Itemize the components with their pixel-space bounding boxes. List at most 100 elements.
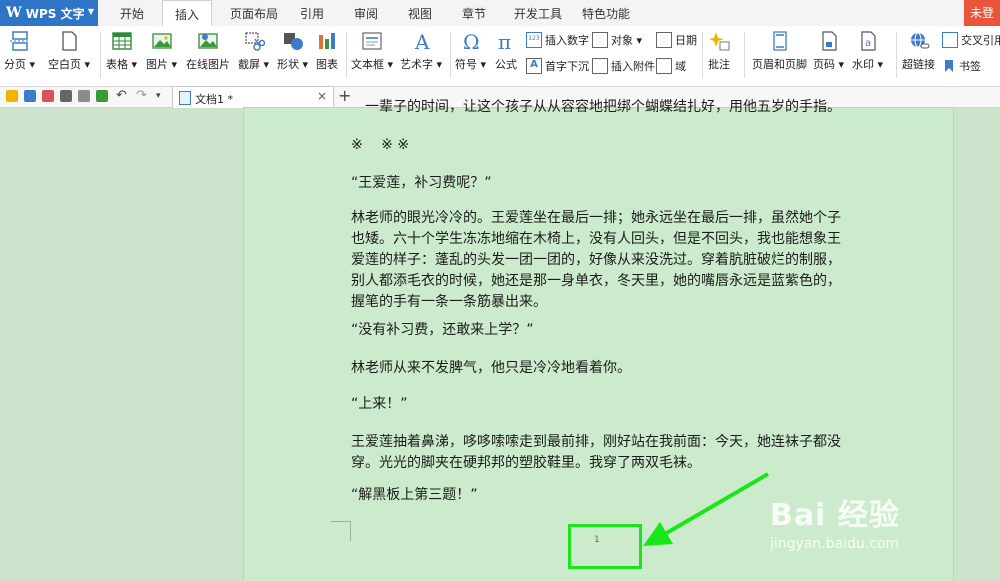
textbox-label: 文本框 xyxy=(351,58,384,71)
print-preview-icon[interactable] xyxy=(78,90,90,102)
object-icon xyxy=(592,32,608,48)
drop-cap-label: 首字下沉 xyxy=(545,60,589,73)
spell-check-icon[interactable] xyxy=(96,90,108,102)
tab-document[interactable]: 文档1 * × xyxy=(172,86,334,108)
new-tab-button[interactable]: + xyxy=(338,86,351,105)
insert-number-label: 插入数字 xyxy=(545,34,589,47)
save-icon[interactable] xyxy=(24,90,36,102)
print-icon[interactable] xyxy=(60,90,72,102)
shape-button[interactable]: 形状 ▾ xyxy=(277,30,308,72)
comment-button[interactable]: 批注 xyxy=(708,30,730,72)
shape-icon xyxy=(282,30,304,52)
insert-attachment-label: 插入附件 xyxy=(611,60,655,73)
ribbon-separator xyxy=(346,32,347,78)
bookmark-label: 书签 xyxy=(959,60,981,73)
blank-page-button[interactable]: 空白页 ▾ xyxy=(48,30,90,72)
tab-sections[interactable]: 章节 xyxy=(452,0,496,26)
chevron-down-icon: ▼ xyxy=(87,7,94,16)
bar-chart-icon xyxy=(316,30,338,52)
ribbon-toolbar: 分页 ▾ 空白页 ▾ 表格 ▾ 图片 ▾ 在线图片 截屏 ▾ 形状 ▾ 图表 文… xyxy=(0,26,1000,87)
tab-page-layout[interactable]: 页面布局 xyxy=(220,0,288,26)
shape-label: 形状 xyxy=(277,58,299,71)
tab-developer[interactable]: 开发工具 xyxy=(508,0,568,26)
table-label: 表格 xyxy=(106,58,128,71)
page-number-label: 页码 xyxy=(813,58,835,71)
picture-button[interactable]: 图片 ▾ xyxy=(146,30,177,72)
object-button[interactable]: 对象 ▾ xyxy=(592,32,642,48)
calendar-icon xyxy=(656,32,672,48)
drop-cap-button[interactable]: A 首字下沉 xyxy=(526,58,589,74)
comment-icon xyxy=(708,30,730,52)
symbol-label: 符号 xyxy=(455,58,477,71)
tab-review[interactable]: 审阅 xyxy=(344,0,388,26)
pi-icon: π xyxy=(495,30,517,52)
paragraph-line: 别人都添毛衣的时候，她还是那一身单衣，冬天里，她的嘴唇永远是蓝紫色的， xyxy=(351,273,841,289)
svg-text:π: π xyxy=(498,30,511,52)
customize-dropdown-icon[interactable]: ▾ xyxy=(156,90,168,102)
menu-bar: W WPS 文字 ▼ 开始 插入 页面布局 引用 审阅 视图 章节 开发工具 特… xyxy=(0,0,1000,27)
document-tab-title: 文档1 * xyxy=(195,93,233,106)
paragraph-line: 林老师从来不发脾气，他只是冷冷地看着你。 xyxy=(351,360,631,376)
page-break-button[interactable]: 分页 ▾ xyxy=(4,30,35,72)
hyperlink-button[interactable]: 超链接 xyxy=(902,30,935,72)
chart-button[interactable]: 图表 xyxy=(316,30,338,72)
ribbon-separator xyxy=(744,32,745,78)
page-number-icon xyxy=(818,30,840,52)
page-break-icon xyxy=(9,30,31,52)
paragraph-line: 爱莲的样子：蓬乱的头发一团一团的，好像从来没洗过。穿着肮脏破烂的制服， xyxy=(351,252,841,268)
tab-insert[interactable]: 插入 xyxy=(162,0,212,27)
watermark-logo-text: Bai 经验 xyxy=(770,498,900,533)
svg-text:A: A xyxy=(414,30,430,52)
bookmark-icon xyxy=(942,59,956,73)
undo-icon[interactable]: ↶ xyxy=(116,89,128,102)
symbol-button[interactable]: Ω 符号 ▾ xyxy=(455,30,486,72)
margin-corner-mark xyxy=(331,521,351,541)
object-label: 对象 xyxy=(611,34,633,47)
header-footer-label: 页眉和页脚 xyxy=(752,58,807,71)
wps-logo-icon: W xyxy=(6,5,22,21)
tab-references[interactable]: 引用 xyxy=(290,0,334,26)
formula-label: 公式 xyxy=(495,58,517,71)
field-label: 域 xyxy=(675,60,686,73)
screenshot-label: 截屏 xyxy=(238,58,260,71)
ribbon-separator xyxy=(896,32,897,78)
cross-reference-button[interactable]: 交叉引用 xyxy=(942,32,1000,48)
table-button[interactable]: 表格 ▾ xyxy=(106,30,137,72)
blank-page-icon xyxy=(58,30,80,52)
svg-text:Ω: Ω xyxy=(463,30,480,52)
formula-button[interactable]: π 公式 xyxy=(495,30,517,72)
tab-features[interactable]: 特色功能 xyxy=(576,0,636,26)
document-icon xyxy=(179,91,191,105)
login-button[interactable]: 未登 xyxy=(964,0,1000,26)
insert-number-button[interactable]: 123 插入数字 xyxy=(526,32,589,48)
watermark-url: jingyan.baidu.com xyxy=(770,536,900,552)
ribbon-separator xyxy=(450,32,451,78)
paragraph-line: 握笔的手有一条一条筋暴出来。 xyxy=(351,294,547,310)
tab-view[interactable]: 视图 xyxy=(398,0,442,26)
insert-attachment-button[interactable]: 插入附件 xyxy=(592,58,655,74)
close-tab-icon[interactable]: × xyxy=(317,89,327,103)
page-number-button[interactable]: 页码 ▾ xyxy=(813,30,844,72)
online-picture-button[interactable]: 在线图片 xyxy=(186,30,230,72)
hyperlink-label: 超链接 xyxy=(902,58,935,71)
section-divider: ※ ※ ※ xyxy=(351,137,410,153)
redo-icon[interactable]: ↷ xyxy=(136,89,148,102)
tab-start[interactable]: 开始 xyxy=(110,0,154,26)
open-folder-icon[interactable] xyxy=(6,90,18,102)
drop-cap-icon: A xyxy=(526,58,542,74)
export-pdf-icon[interactable] xyxy=(42,90,54,102)
highlight-box xyxy=(568,524,642,569)
textbox-button[interactable]: 文本框 ▾ xyxy=(351,30,393,72)
paragraph-line: 一辈子的时间，让这个孩子从从容容地把绑个蝴蝶结扎好，用他五岁的手指。 xyxy=(365,99,841,115)
app-menu-button[interactable]: W WPS 文字 ▼ xyxy=(0,0,98,26)
header-footer-button[interactable]: 页眉和页脚 xyxy=(752,30,807,72)
field-button[interactable]: 域 xyxy=(656,58,686,74)
watermark-button[interactable]: a 水印 ▾ xyxy=(852,30,883,72)
svg-text:a: a xyxy=(865,38,871,49)
paragraph-line: 王爱莲抽着鼻涕，哆哆嗦嗦走到最前排，刚好站在我前面：今天，她连袜子都没 xyxy=(351,434,841,450)
bookmark-button[interactable]: 书签 xyxy=(942,58,981,74)
date-button[interactable]: 日期 xyxy=(656,32,697,48)
screenshot-button[interactable]: 截屏 ▾ xyxy=(238,30,269,72)
wordart-button[interactable]: A 艺术字 ▾ xyxy=(400,30,442,72)
paragraph-line: 也矮。六十个学生冻冻地缩在木椅上，没有人回头，但是不回头，我也能想象王 xyxy=(351,231,841,247)
